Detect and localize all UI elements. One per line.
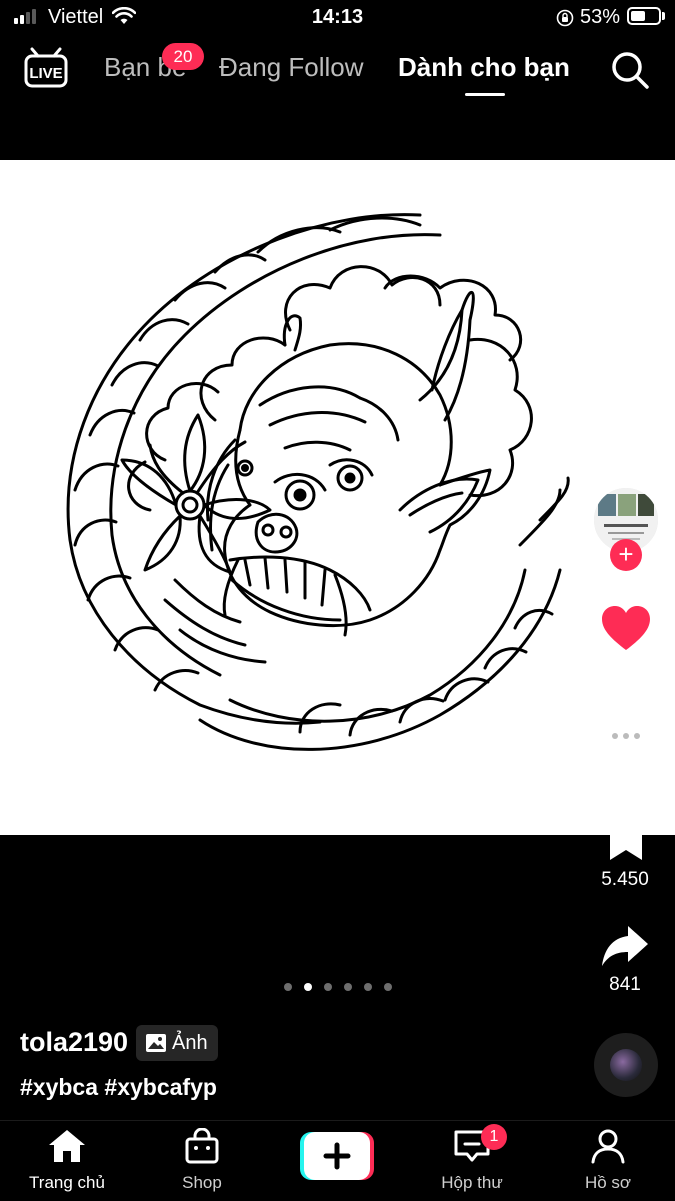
tab-following[interactable]: Đang Follow <box>219 52 364 83</box>
orientation-lock-icon <box>556 9 574 27</box>
photo-mode-tag: Ảnh <box>136 1025 218 1061</box>
carousel-dot <box>343 983 352 991</box>
battery-icon <box>627 7 661 25</box>
nav-shop[interactable]: Shop <box>137 1127 267 1193</box>
home-icon <box>49 1130 85 1162</box>
active-tab-indicator <box>465 93 505 96</box>
carousel-dot <box>383 983 392 991</box>
nav-inbox-label: Hộp thư <box>441 1173 503 1192</box>
post-caption[interactable]: #xybca #xybcafyp <box>20 1074 217 1101</box>
live-label: LIVE <box>29 65 62 82</box>
nav-profile-label: Hồ sơ <box>584 1173 632 1192</box>
tab-following-label: Đang Follow <box>219 52 364 82</box>
status-bar: Viettel 14:13 53% <box>0 0 675 36</box>
shop-bag-icon <box>185 1127 219 1164</box>
author-username[interactable]: tola2190 <box>20 1027 128 1058</box>
bookmark-icon <box>610 820 642 860</box>
inbox-badge: 1 <box>481 1124 507 1150</box>
save-count: 5.450 <box>601 869 649 890</box>
nav-profile[interactable]: Hồ sơ <box>543 1128 673 1193</box>
profile-icon <box>591 1129 625 1164</box>
live-icon[interactable]: LIVE <box>24 46 68 90</box>
comment-count: 73 <box>614 763 636 784</box>
heart-icon <box>602 606 650 650</box>
friends-badge: 20 <box>162 43 204 70</box>
hannya-mask-drawing <box>66 213 570 751</box>
battery-percent: 53% <box>580 6 621 28</box>
create-button[interactable] <box>300 1132 374 1180</box>
tab-for-you-label: Dành cho bạn <box>398 52 570 82</box>
tab-for-you[interactable]: Dành cho bạn <box>398 52 570 83</box>
comment-button[interactable] <box>600 714 652 762</box>
nav-inbox[interactable]: Hộp thư <box>407 1128 537 1193</box>
image-icon <box>146 1034 166 1052</box>
carousel-dot <box>323 983 332 991</box>
like-button[interactable] <box>600 604 652 652</box>
carousel-dot <box>303 983 312 991</box>
carousel-dot <box>363 983 372 991</box>
carousel-dots <box>0 983 675 991</box>
nav-shop-label: Shop <box>182 1173 222 1192</box>
sound-cover <box>610 1049 642 1081</box>
post-photo[interactable] <box>0 160 675 835</box>
share-button[interactable] <box>600 924 650 968</box>
share-icon <box>602 926 648 966</box>
battery-nub <box>662 12 665 20</box>
follow-button[interactable]: + <box>610 539 642 571</box>
sound-disc[interactable] <box>594 1033 658 1097</box>
search-icon[interactable] <box>610 50 650 90</box>
photo-mode-label: Ảnh <box>172 1031 208 1054</box>
carousel-dot <box>283 983 292 991</box>
nav-home[interactable]: Trang chủ <box>2 1128 132 1193</box>
like-count: 32 N <box>604 656 646 677</box>
nav-home-label: Trang chủ <box>29 1173 105 1192</box>
save-button[interactable] <box>606 820 646 862</box>
